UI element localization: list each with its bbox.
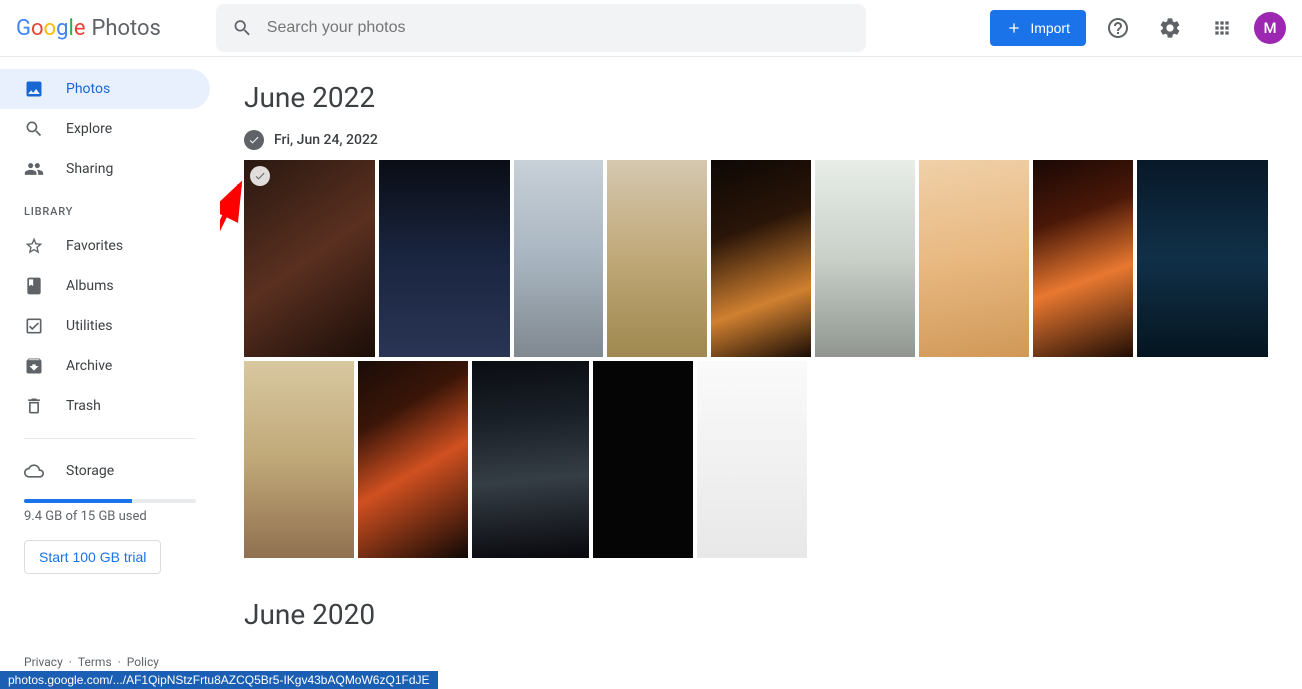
photo-thumbnail[interactable] <box>815 160 915 357</box>
apps-grid-icon <box>1212 18 1232 38</box>
cloud-icon <box>24 461 44 481</box>
image-icon <box>24 79 44 99</box>
photo-thumbnail[interactable] <box>358 361 468 558</box>
month-title: June 2020 <box>244 598 1278 631</box>
photo-thumbnail[interactable] <box>244 160 375 357</box>
avatar[interactable]: M <box>1254 12 1286 44</box>
sidebar-item-label: Photos <box>66 81 110 97</box>
plus-icon <box>1006 20 1022 36</box>
help-icon <box>1106 16 1130 40</box>
sidebar-item-photos[interactable]: Photos <box>0 69 210 109</box>
google-logo-text: Google <box>16 16 85 41</box>
sidebar-item-utilities[interactable]: Utilities <box>0 306 210 346</box>
start-trial-button[interactable]: Start 100 GB trial <box>24 540 161 574</box>
photo-thumbnail[interactable] <box>472 361 589 558</box>
sidebar-item-label: Favorites <box>66 238 123 254</box>
photo-thumbnail[interactable] <box>593 361 693 558</box>
search-input[interactable] <box>267 19 850 37</box>
photo-thumbnail[interactable] <box>514 160 603 357</box>
star-icon <box>24 236 44 256</box>
gear-icon <box>1158 16 1182 40</box>
help-button[interactable] <box>1098 8 1138 48</box>
sidebar-item-albums[interactable]: Albums <box>0 266 210 306</box>
photo-thumbnail[interactable] <box>697 361 807 558</box>
photo-thumbnail[interactable] <box>379 160 510 357</box>
sidebar-item-storage[interactable]: Storage <box>0 451 210 491</box>
photos-logo-text: Photos <box>91 16 160 41</box>
storage-label: Storage <box>66 463 114 479</box>
people-icon <box>24 159 44 179</box>
check-circle-icon[interactable] <box>250 166 270 186</box>
photo-grid <box>244 160 1278 558</box>
date-label: Fri, Jun 24, 2022 <box>274 132 378 148</box>
utilities-icon <box>24 316 44 336</box>
month-title: June 2022 <box>244 81 1278 114</box>
search-icon <box>24 119 44 139</box>
sidebar-item-archive[interactable]: Archive <box>0 346 210 386</box>
import-label: Import <box>1030 20 1070 36</box>
privacy-link[interactable]: Privacy <box>24 655 63 669</box>
settings-button[interactable] <box>1150 8 1190 48</box>
sidebar-item-label: Trash <box>66 398 101 414</box>
sidebar-item-label: Albums <box>66 278 114 294</box>
sidebar-item-favorites[interactable]: Favorites <box>0 226 210 266</box>
sidebar-item-label: Sharing <box>66 161 113 177</box>
main-content[interactable]: June 2022 Fri, Jun 24, 2022 June 2020 <box>220 57 1302 689</box>
photo-thumbnail[interactable] <box>1137 160 1268 357</box>
photo-thumbnail[interactable] <box>1033 160 1133 357</box>
date-header[interactable]: Fri, Jun 24, 2022 <box>244 130 1278 150</box>
sidebar-item-explore[interactable]: Explore <box>0 109 210 149</box>
sidebar-item-trash[interactable]: Trash <box>0 386 210 426</box>
apps-button[interactable] <box>1202 8 1242 48</box>
photo-thumbnail[interactable] <box>711 160 811 357</box>
header: Google Photos Import M <box>0 0 1302 57</box>
sidebar-item-label: Utilities <box>66 318 113 334</box>
status-url-bar: photos.google.com/.../AF1QipNStzFrtu8AZC… <box>0 671 438 689</box>
terms-link[interactable]: Terms <box>78 655 112 669</box>
logo[interactable]: Google Photos <box>16 16 216 41</box>
import-button[interactable]: Import <box>990 10 1086 46</box>
search-bar[interactable] <box>216 4 866 52</box>
policy-link[interactable]: Policy <box>127 655 159 669</box>
archive-icon <box>24 356 44 376</box>
library-section-label: LIBRARY <box>0 189 220 226</box>
sidebar: Photos Explore Sharing LIBRARY Favorites Al… <box>0 57 220 689</box>
divider <box>24 438 196 439</box>
sidebar-item-sharing[interactable]: Sharing <box>0 149 210 189</box>
header-actions: Import M <box>990 8 1286 48</box>
trash-icon <box>24 396 44 416</box>
search-icon <box>232 17 253 39</box>
sidebar-item-label: Archive <box>66 358 112 374</box>
photo-thumbnail[interactable] <box>607 160 707 357</box>
photo-thumbnail[interactable] <box>919 160 1029 357</box>
sidebar-item-label: Explore <box>66 121 112 137</box>
check-circle-icon[interactable] <box>244 130 264 150</box>
album-icon <box>24 276 44 296</box>
photo-thumbnail[interactable] <box>244 361 354 558</box>
storage-text: 9.4 GB of 15 GB used <box>0 509 220 524</box>
storage-bar <box>24 499 196 503</box>
